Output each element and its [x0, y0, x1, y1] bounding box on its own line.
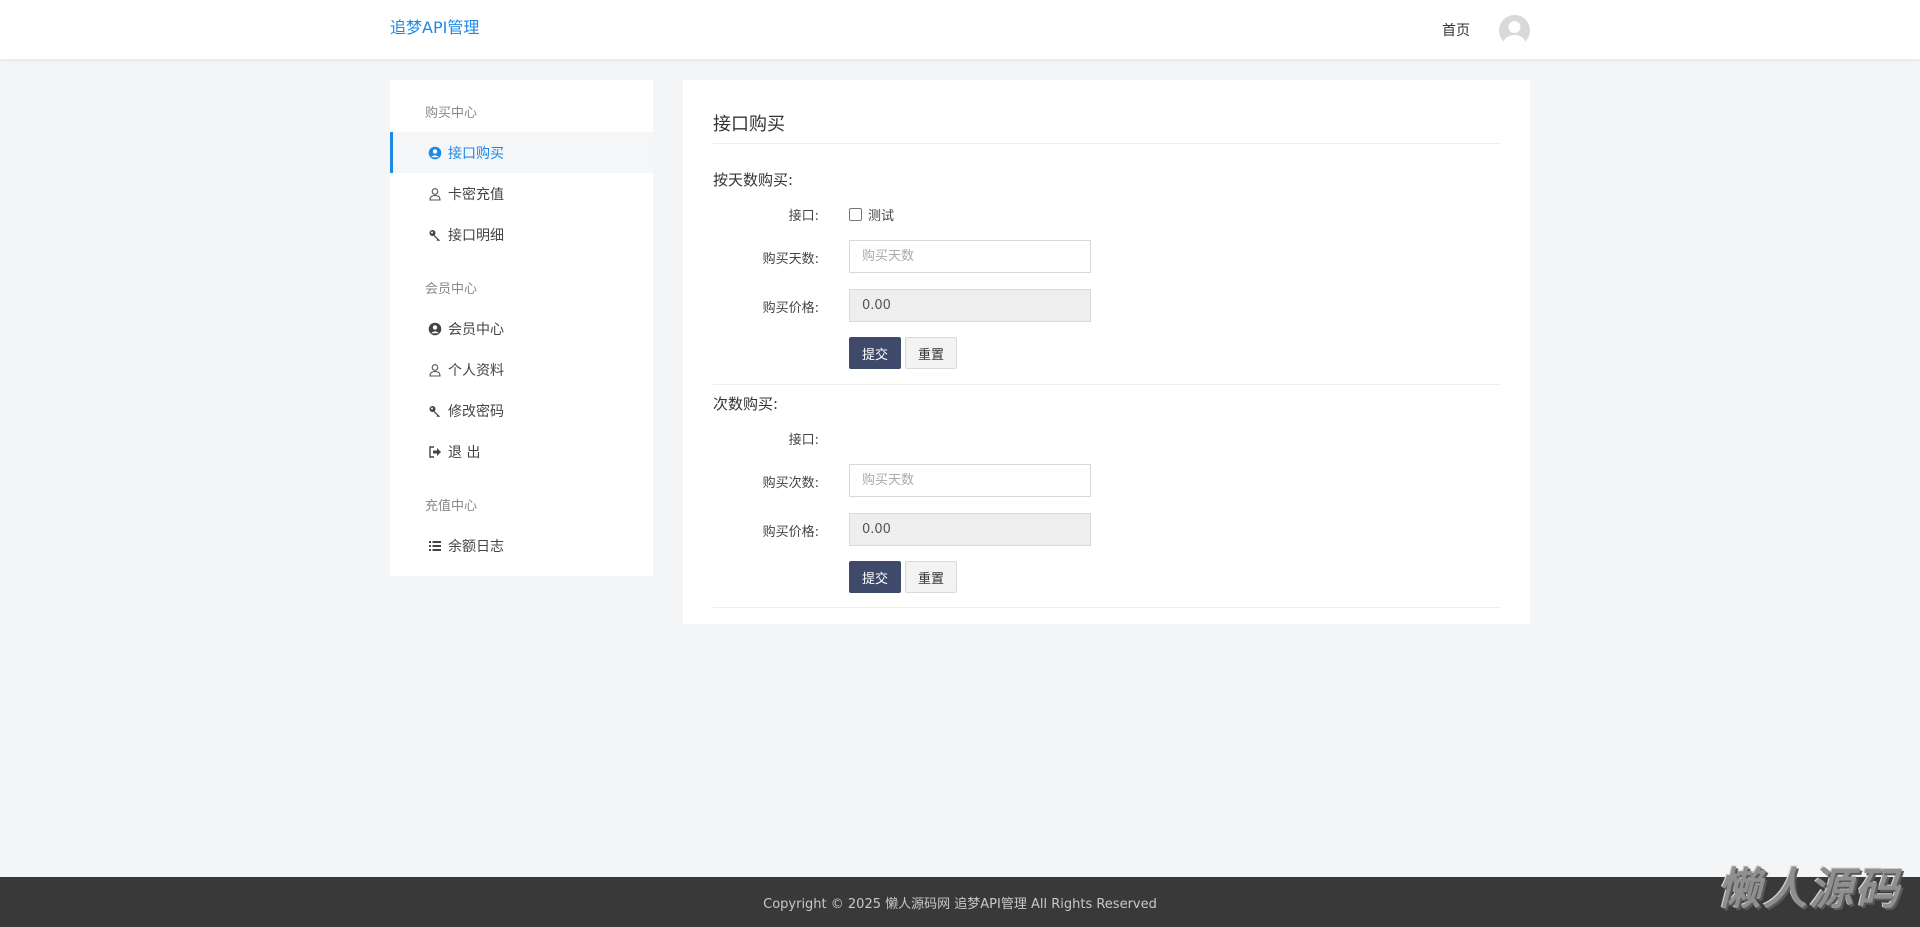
sidebar-item-member-center[interactable]: 会员中心	[390, 308, 653, 349]
watermark-logo: 懒人源码	[1717, 864, 1901, 915]
days-label: 购买天数:	[762, 252, 819, 267]
user-circle-icon	[428, 322, 442, 336]
brand-link[interactable]: 追梦API管理	[390, 14, 479, 38]
sidebar-item-label: 修改密码	[448, 403, 504, 420]
api-checkbox[interactable]	[849, 208, 862, 221]
avatar[interactable]	[1499, 15, 1530, 46]
key-icon	[428, 404, 442, 418]
price-field	[849, 289, 1091, 322]
list-icon	[428, 539, 442, 553]
days-input[interactable]	[849, 240, 1091, 273]
main-panel: 接口购买 按天数购买: 接口: 测试 购买天数: 购买价格: 提交 重置 次数购…	[683, 80, 1530, 624]
price-label: 购买价格:	[762, 301, 819, 316]
submit-button[interactable]: 提交	[849, 561, 901, 593]
sidebar-item-card-recharge[interactable]: 卡密充值	[390, 173, 653, 214]
sidebar-item-balance-log[interactable]: 余额日志	[390, 525, 653, 566]
api-option[interactable]: 测试	[849, 205, 894, 224]
sign-out-icon	[428, 445, 442, 459]
nav-home-link[interactable]: 首页	[1442, 20, 1470, 40]
user-avatar-icon	[1503, 21, 1526, 46]
section-divider	[713, 607, 1500, 608]
user-icon	[428, 363, 442, 377]
sidebar-item-label: 余额日志	[448, 538, 504, 555]
section-divider	[713, 384, 1500, 385]
section-title-by-count: 次数购买:	[713, 395, 779, 413]
top-header: 追梦API管理 首页	[0, 0, 1920, 59]
section-title-by-days: 按天数购买:	[713, 171, 794, 189]
footer: Copyright © 2025 懒人源码网 追梦API管理 All Right…	[0, 877, 1920, 927]
sidebar-group-title-purchase: 购买中心	[425, 106, 478, 121]
key-icon	[428, 228, 442, 242]
sidebar-item-logout[interactable]: 退 出	[390, 431, 653, 472]
sidebar-item-label: 个人资料	[448, 362, 504, 379]
sidebar-item-label: 卡密充值	[448, 186, 504, 203]
sidebar-item-api-purchase[interactable]: 接口购买	[390, 132, 653, 173]
price-field	[849, 513, 1091, 546]
sidebar-item-profile[interactable]: 个人资料	[390, 349, 653, 390]
user-icon	[428, 187, 442, 201]
price-label: 购买价格:	[762, 525, 819, 540]
reset-button[interactable]: 重置	[905, 337, 957, 369]
sidebar-item-label: 接口明细	[448, 227, 504, 244]
sidebar-item-label: 接口购买	[448, 145, 504, 162]
count-label: 购买次数:	[762, 476, 819, 491]
page-title: 接口购买	[713, 114, 785, 135]
api-label: 接口:	[788, 209, 819, 224]
submit-button[interactable]: 提交	[849, 337, 901, 369]
reset-button[interactable]: 重置	[905, 561, 957, 593]
api-option-label: 测试	[868, 209, 895, 224]
title-divider	[713, 143, 1500, 144]
sidebar-group-title-recharge: 充值中心	[425, 499, 478, 514]
sidebar-item-label: 退 出	[448, 444, 481, 461]
sidebar-item-change-password[interactable]: 修改密码	[390, 390, 653, 431]
api-label: 接口:	[788, 433, 819, 448]
user-circle-icon	[428, 146, 442, 160]
sidebar: 购买中心 接口购买 卡密充值 接口明细 会员中心 会员中心 个人资料 修改密码 …	[390, 80, 653, 576]
footer-copyright: Copyright © 2025 懒人源码网 追梦API管理 All Right…	[763, 897, 1157, 912]
sidebar-item-api-details[interactable]: 接口明细	[390, 214, 653, 255]
count-input[interactable]	[849, 464, 1091, 497]
sidebar-item-label: 会员中心	[448, 321, 504, 338]
sidebar-group-title-member: 会员中心	[425, 282, 478, 297]
